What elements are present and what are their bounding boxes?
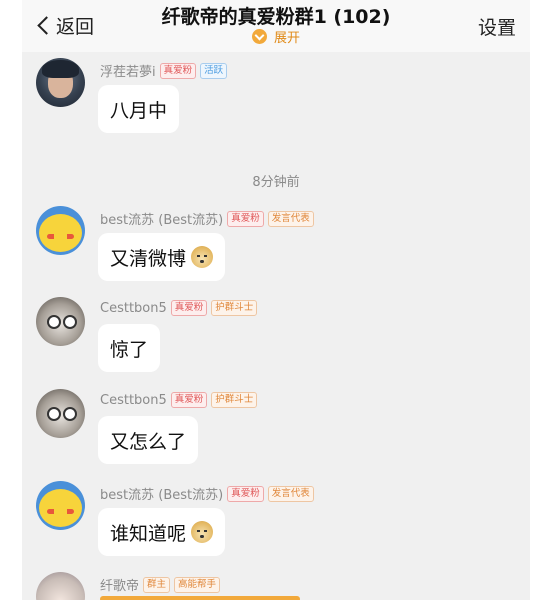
speaker-badge: 发言代表 <box>267 210 314 227</box>
sender-name: Cesttbon5 <box>100 300 167 316</box>
chat-screen: 返回 纤歌帝的真爱粉群1 (102) 展开 设置 浮茬若夢i 真爱粉 活跃 八月… <box>22 0 530 600</box>
pikachu-avatar-icon[interactable] <box>36 481 85 530</box>
fan-badge: 真爱粉 <box>170 300 208 316</box>
guardian-badge: 护群斗士 <box>211 392 258 408</box>
expand-toggle[interactable]: 展开 <box>22 27 530 46</box>
owner-badge: 群主 <box>143 576 171 593</box>
speaker-badge: 发言代表 <box>267 485 314 502</box>
pikachu-avatar-icon[interactable] <box>36 206 85 255</box>
group-title: 纤歌帝的真爱粉群1 (102) <box>161 6 391 28</box>
expand-label: 展开 <box>273 31 300 46</box>
sender-row: best流苏 (Best流苏) 真爱粉 发言代表 <box>100 209 318 228</box>
message-text: 惊了 <box>110 338 149 361</box>
message-bubble[interactable]: 谁知道呢 <box>98 508 226 556</box>
guardian-badge: 护群斗士 <box>211 300 258 316</box>
sender-row: Cesttbon5 真爱粉 护群斗士 <box>100 392 261 408</box>
doge-emoji-icon <box>191 246 214 268</box>
sender-row: Cesttbon5 真爱粉 护群斗士 <box>100 300 261 316</box>
sender-row: 纤歌帝 群主 高能帮手 <box>100 575 224 594</box>
message-text: 又清微博 <box>110 247 187 270</box>
message-text: 谁知道呢 <box>110 522 187 545</box>
sender-name: best流苏 (Best流苏) <box>100 213 224 228</box>
sender-name: Cesttbon5 <box>100 392 167 408</box>
cat-glasses-avatar-icon[interactable] <box>36 297 85 346</box>
doge-emoji-icon <box>191 521 214 543</box>
fan-badge: 真爱粉 <box>159 62 197 79</box>
fan-badge: 真爱粉 <box>227 210 264 227</box>
cat-glasses-avatar-icon[interactable] <box>36 389 85 438</box>
sender-row: 浮茬若夢i 真爱粉 活跃 <box>100 61 231 80</box>
active-badge: 活跃 <box>200 62 228 79</box>
anime-avatar-icon[interactable] <box>36 572 85 600</box>
time-separator: 8分钟前 <box>252 175 300 190</box>
message-bubble[interactable]: 又清微博 <box>98 233 226 281</box>
sender-name: 浮茬若夢i <box>100 65 156 80</box>
fan-badge: 真爱粉 <box>227 485 264 502</box>
sender-row: best流苏 (Best流苏) 真爱粉 发言代表 <box>100 484 318 503</box>
helper-badge: 高能帮手 <box>174 576 221 593</box>
message-text: 八月中 <box>110 99 168 122</box>
settings-button[interactable]: 设置 <box>478 13 516 40</box>
fan-badge: 真爱粉 <box>170 392 208 408</box>
sender-name: 纤歌帝 <box>100 579 140 594</box>
sender-name: best流苏 (Best流苏) <box>100 488 224 503</box>
message-bubble-partial[interactable] <box>100 596 300 600</box>
message-bubble[interactable]: 又怎么了 <box>98 416 199 464</box>
chat-header: 返回 纤歌帝的真爱粉群1 (102) 展开 设置 <box>22 0 530 52</box>
dark-hair-avatar-icon[interactable] <box>36 58 85 107</box>
message-text: 又怎么了 <box>110 430 187 453</box>
chevron-down-circle-icon <box>251 29 267 44</box>
message-bubble[interactable]: 惊了 <box>98 324 161 372</box>
message-bubble[interactable]: 八月中 <box>98 85 180 133</box>
